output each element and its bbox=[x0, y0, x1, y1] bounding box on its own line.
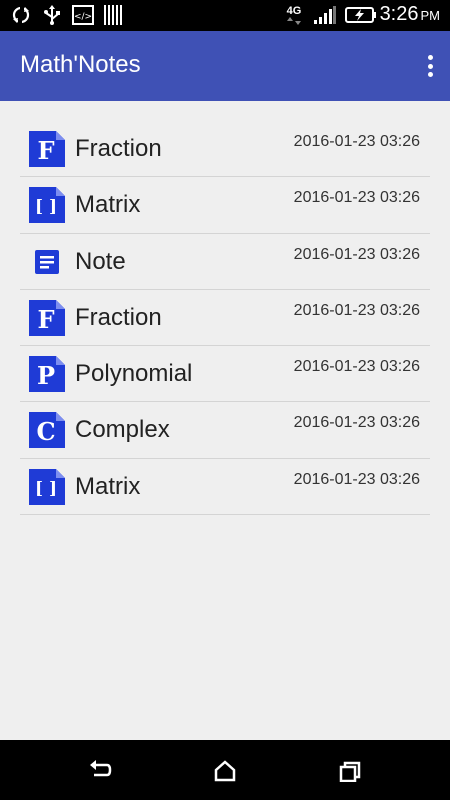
app-title: Math'Notes bbox=[20, 51, 141, 78]
barcode-icon bbox=[103, 5, 123, 25]
notes-content: F Fraction 2016-01-23 03:26 [ ] Matrix 2016-0… bbox=[0, 101, 450, 800]
note-row[interactable]: [ ] Matrix 2016-01-23 03:26 bbox=[20, 177, 430, 234]
debug-icon: </> bbox=[72, 5, 94, 25]
note-name: Note bbox=[75, 247, 126, 275]
note-date: 2016-01-23 03:26 bbox=[293, 189, 420, 207]
status-bar: </> 4G 3:26 PM bbox=[0, 0, 450, 31]
battery-charging-icon bbox=[344, 5, 378, 25]
svg-text:P: P bbox=[37, 361, 55, 390]
svg-text:F: F bbox=[37, 136, 54, 165]
back-icon[interactable] bbox=[87, 758, 113, 784]
polynomial-icon: P bbox=[29, 356, 65, 393]
note-row[interactable]: [ ] Matrix 2016-01-23 03:26 bbox=[20, 459, 430, 516]
note-name: Fraction bbox=[75, 135, 162, 162]
svg-text:</>: </> bbox=[74, 12, 92, 22]
network-4g-icon: 4G bbox=[283, 5, 305, 25]
svg-text:[ ]: [ ] bbox=[35, 479, 57, 499]
note-row[interactable]: P Polynomial 2016-01-23 03:26 bbox=[20, 346, 430, 403]
note-icon bbox=[29, 244, 65, 280]
note-name: Polynomial bbox=[75, 360, 193, 388]
note-name: Matrix bbox=[75, 191, 141, 219]
sync-icon bbox=[10, 5, 32, 25]
note-name: Fraction bbox=[75, 303, 162, 331]
signal-icon bbox=[313, 5, 337, 25]
matrix-icon: [ ] bbox=[29, 187, 65, 224]
note-date: 2016-01-23 03:26 bbox=[293, 245, 420, 263]
note-date: 2016-01-23 03:26 bbox=[293, 358, 420, 376]
clock: 3:26 PM bbox=[379, 3, 440, 25]
note-name: Complex bbox=[75, 416, 170, 444]
matrix-icon: [ ] bbox=[29, 468, 65, 505]
svg-text:C: C bbox=[36, 417, 55, 446]
note-row[interactable]: F Fraction 2016-01-23 03:26 bbox=[20, 121, 430, 178]
note-row[interactable]: F Fraction 2016-01-23 03:26 bbox=[20, 290, 430, 347]
complex-icon: C bbox=[29, 412, 65, 449]
recents-icon[interactable] bbox=[337, 758, 363, 784]
note-date: 2016-01-23 03:26 bbox=[293, 414, 420, 432]
svg-text:[ ]: [ ] bbox=[35, 197, 57, 217]
usb-icon bbox=[42, 5, 62, 25]
note-row[interactable]: C Complex 2016-01-23 03:26 bbox=[20, 402, 430, 459]
overflow-menu-icon[interactable] bbox=[424, 51, 436, 81]
home-icon[interactable] bbox=[212, 758, 238, 784]
note-row[interactable]: Note 2016-01-23 03:26 bbox=[20, 234, 430, 290]
fraction-icon: F bbox=[29, 299, 65, 336]
fraction-icon: F bbox=[29, 131, 65, 167]
note-list: F Fraction 2016-01-23 03:26 [ ] Matrix 2016-0… bbox=[20, 121, 430, 516]
note-date: 2016-01-23 03:26 bbox=[293, 133, 420, 150]
svg-text:F: F bbox=[37, 305, 54, 334]
note-name: Matrix bbox=[75, 472, 141, 500]
navigation-bar bbox=[0, 740, 450, 800]
note-date: 2016-01-23 03:26 bbox=[293, 470, 420, 488]
note-date: 2016-01-23 03:26 bbox=[293, 301, 420, 319]
app-bar: Math'Notes bbox=[0, 31, 450, 101]
